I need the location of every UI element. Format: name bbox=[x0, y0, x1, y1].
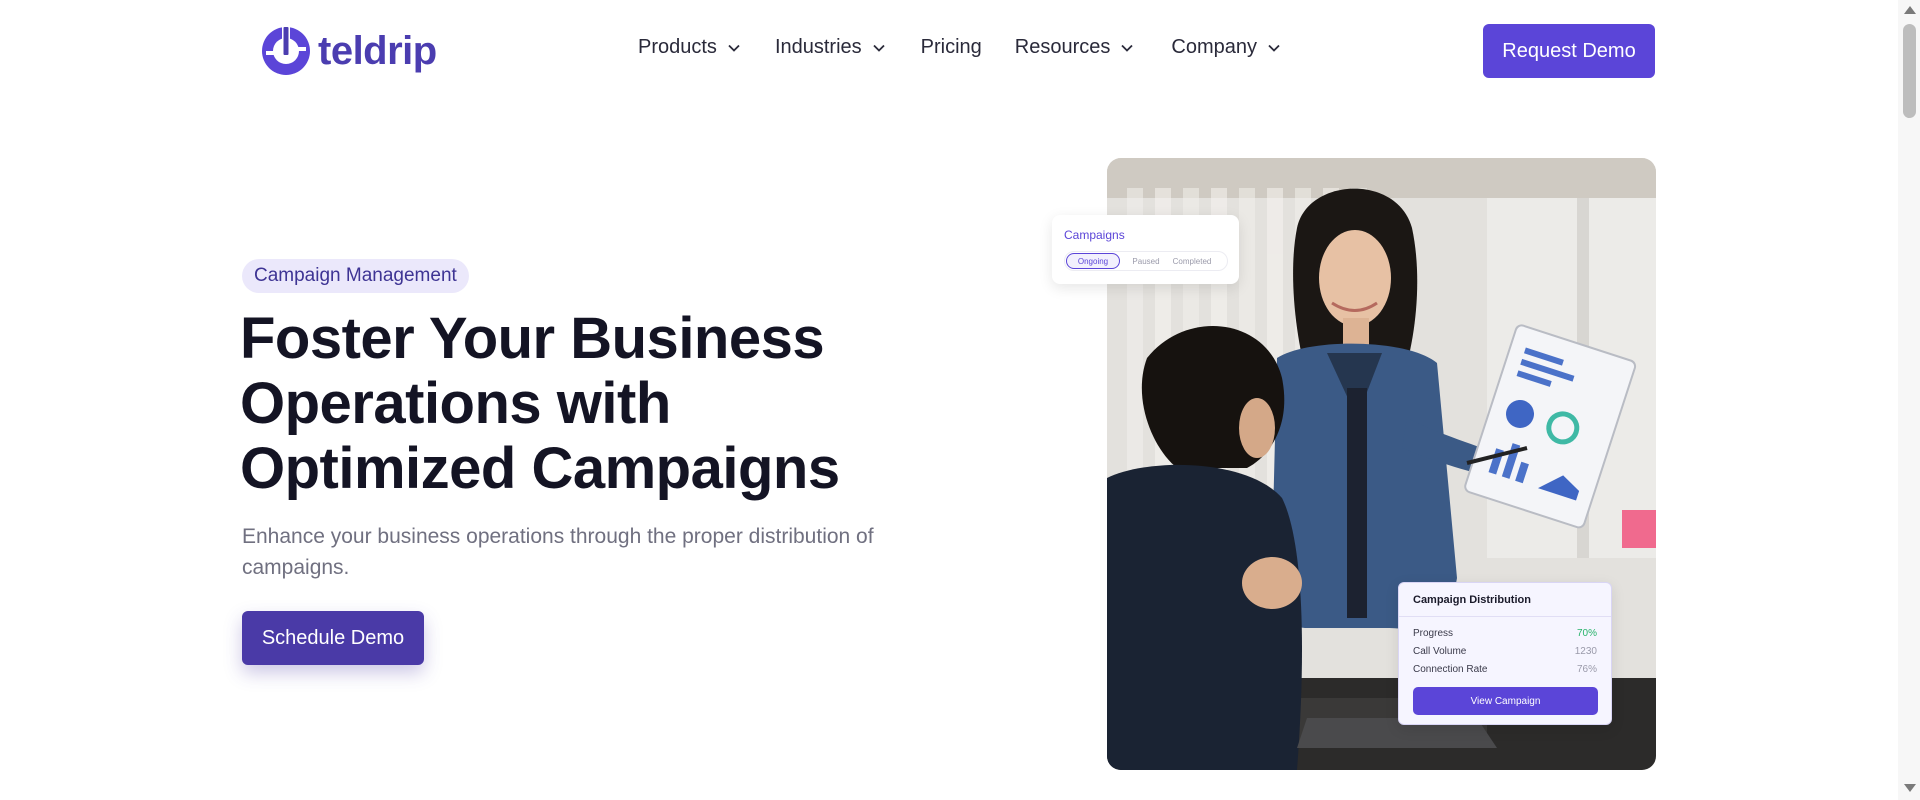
hero-title-line: Foster Your Business bbox=[240, 306, 825, 371]
tab-ongoing[interactable]: Ongoing bbox=[1066, 253, 1120, 269]
chevron-down-icon bbox=[873, 44, 885, 52]
hero-title: Foster Your Business Operations with Opt… bbox=[240, 306, 960, 501]
campaigns-card-title: Campaigns bbox=[1064, 228, 1125, 242]
site-header: teldrip Products Industries Pricing Reso… bbox=[0, 0, 1898, 102]
page-scrollbar[interactable] bbox=[1898, 0, 1920, 800]
request-demo-button[interactable]: Request Demo bbox=[1483, 24, 1655, 78]
scrollbar-thumb[interactable] bbox=[1903, 24, 1916, 118]
stat-value: 1230 bbox=[1574, 646, 1597, 657]
stat-label: Call Volume bbox=[1413, 646, 1467, 657]
arrow-up-icon[interactable] bbox=[1904, 6, 1916, 14]
stat-value: 70% bbox=[1576, 628, 1597, 639]
stat-row-connection-rate: Connection Rate 76% bbox=[1413, 664, 1597, 678]
distribution-card-title: Campaign Distribution bbox=[1413, 594, 1531, 606]
hero-subtitle: Enhance your business operations through… bbox=[242, 525, 874, 579]
stat-label: Connection Rate bbox=[1413, 664, 1488, 675]
stat-row-call-volume: Call Volume 1230 bbox=[1413, 646, 1597, 660]
chevron-down-icon bbox=[1268, 44, 1280, 52]
main-nav: Products Industries Pricing Resources Co… bbox=[638, 36, 1280, 59]
teldrip-logo-icon bbox=[262, 25, 310, 75]
nav-item-label: Pricing bbox=[920, 36, 982, 58]
divider bbox=[1399, 616, 1611, 617]
campaign-distribution-card: Campaign Distribution Progress 70% Call … bbox=[1398, 582, 1612, 725]
tab-paused[interactable]: Paused bbox=[1131, 254, 1161, 268]
nav-item-products[interactable]: Products bbox=[638, 36, 740, 59]
nav-item-resources[interactable]: Resources bbox=[1015, 36, 1134, 59]
campaign-status-tabs: Ongoing Paused Completed bbox=[1064, 251, 1228, 271]
nav-item-label: Company bbox=[1171, 36, 1258, 58]
nav-item-pricing[interactable]: Pricing bbox=[921, 36, 982, 59]
nav-item-label: Resources bbox=[1014, 36, 1111, 58]
tab-completed[interactable]: Completed bbox=[1169, 254, 1215, 268]
nav-item-company[interactable]: Company bbox=[1171, 36, 1280, 59]
stat-row-progress: Progress 70% bbox=[1413, 628, 1597, 642]
chevron-down-icon bbox=[1121, 44, 1134, 52]
stat-label: Progress bbox=[1413, 628, 1454, 639]
arrow-down-icon[interactable] bbox=[1904, 784, 1916, 792]
nav-item-industries[interactable]: Industries bbox=[775, 36, 885, 59]
hero-title-line: Operations with bbox=[240, 371, 671, 436]
nav-item-label: Industries bbox=[774, 36, 862, 58]
chevron-down-icon bbox=[728, 44, 740, 52]
schedule-demo-button[interactable]: Schedule Demo bbox=[242, 611, 424, 665]
category-tag: Campaign Management bbox=[242, 259, 469, 293]
view-campaign-button[interactable]: View Campaign bbox=[1413, 687, 1598, 715]
stat-value: 76% bbox=[1576, 664, 1597, 675]
hero-title-line: Optimized Campaigns bbox=[240, 436, 840, 501]
logo-link[interactable]: teldrip bbox=[258, 23, 437, 79]
logo-text: teldrip bbox=[318, 28, 437, 73]
campaigns-card: Campaigns Ongoing Paused Completed bbox=[1052, 215, 1239, 284]
nav-item-label: Products bbox=[638, 36, 717, 58]
